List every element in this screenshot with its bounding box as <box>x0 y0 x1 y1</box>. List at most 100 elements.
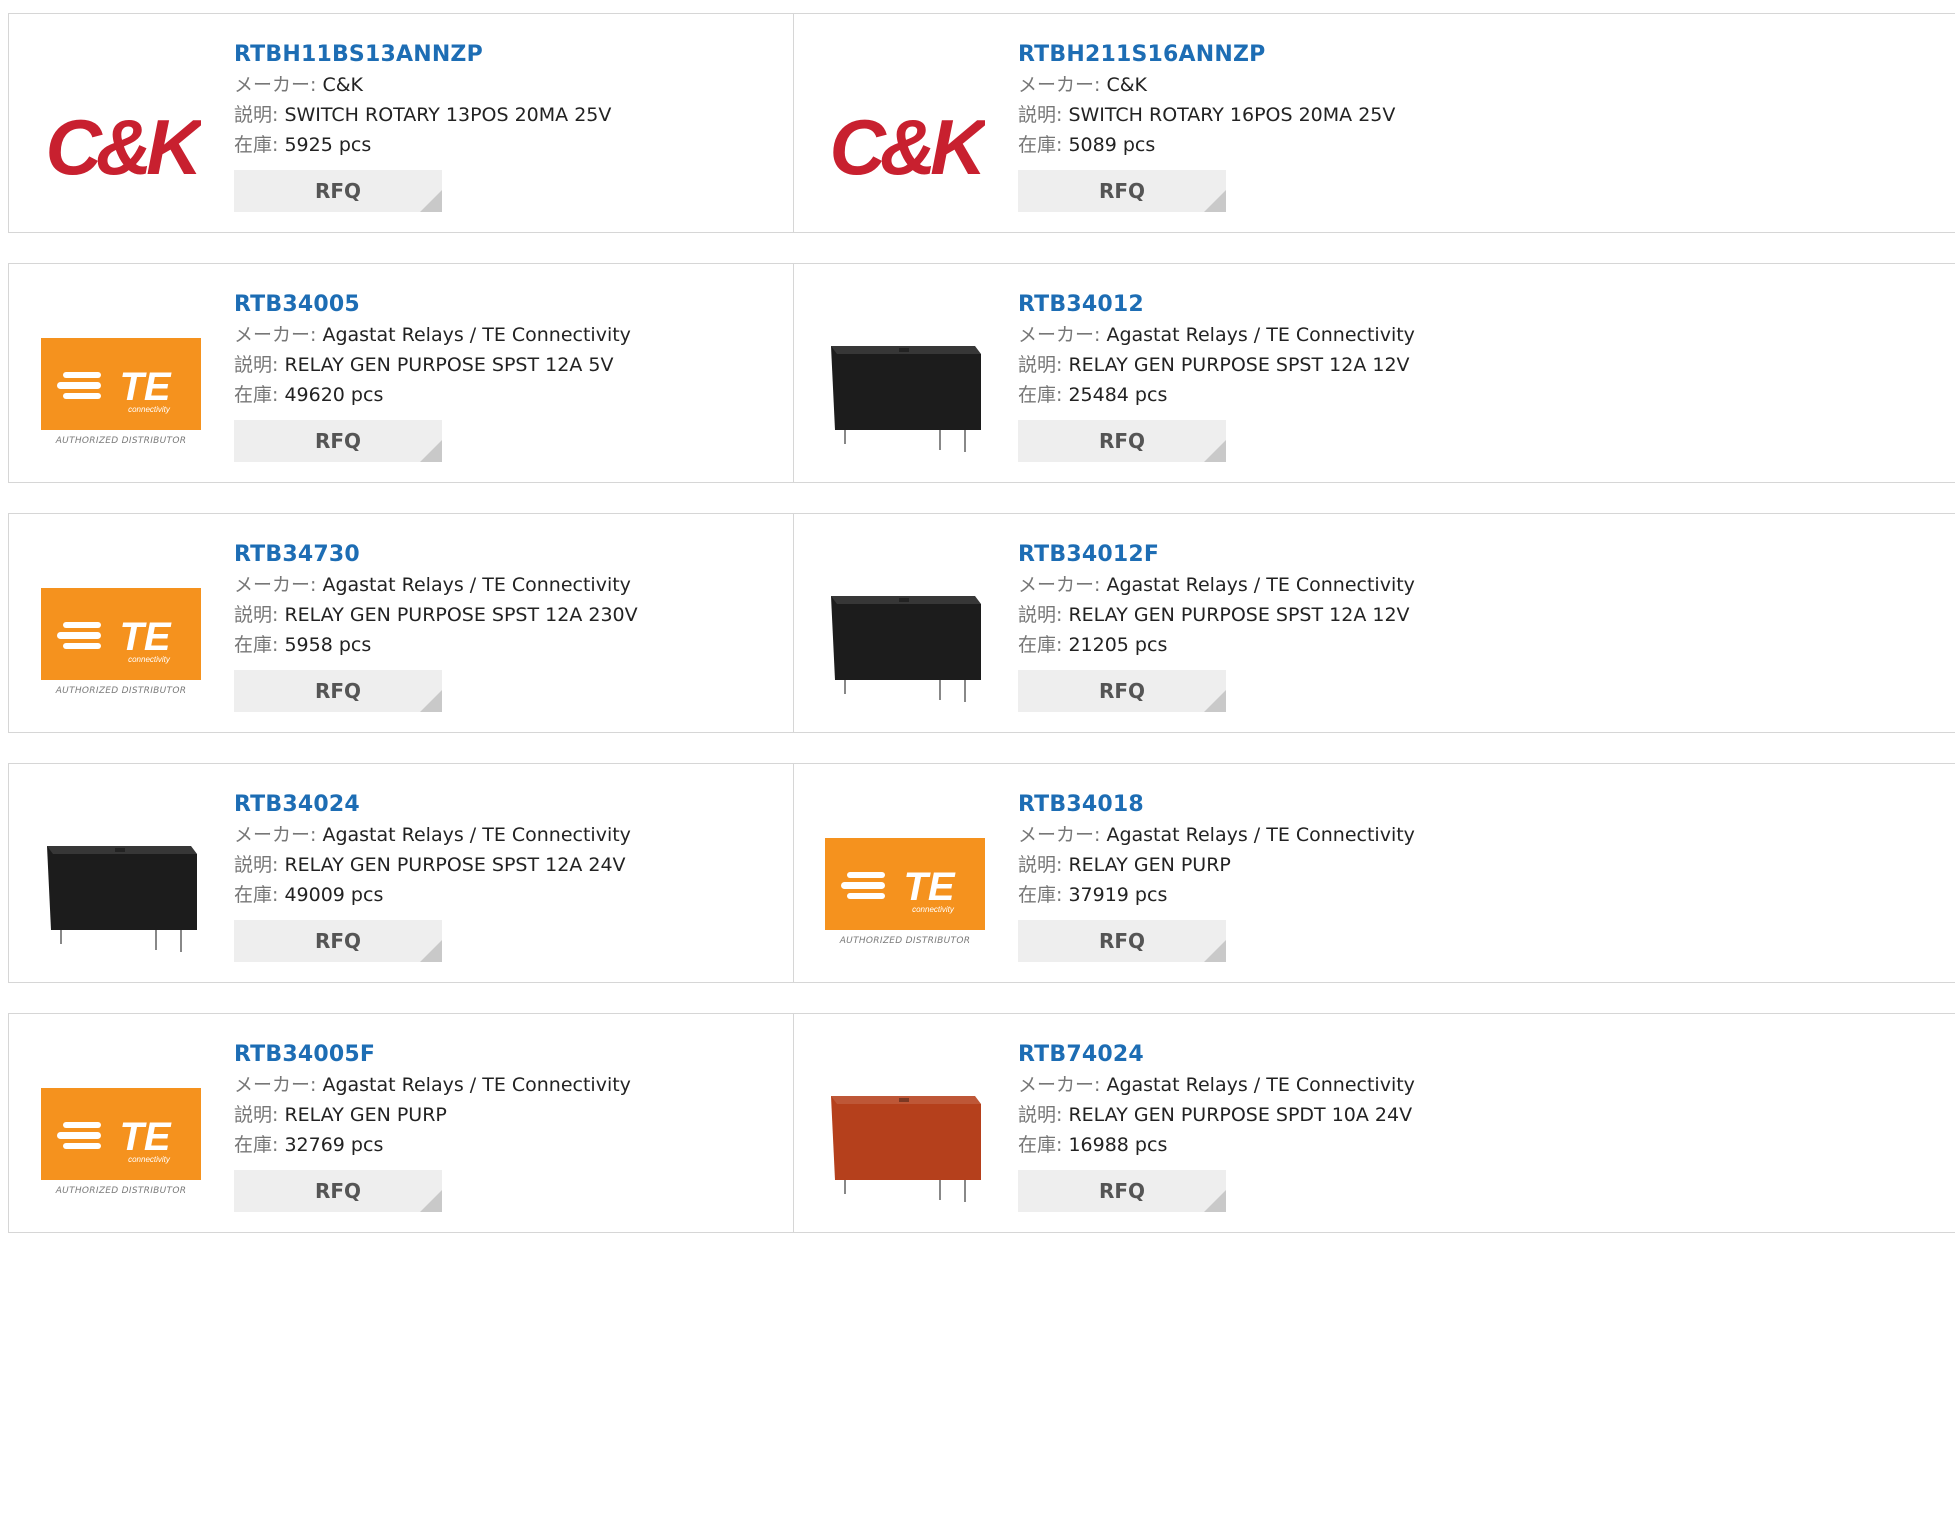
maker-line: メーカー: Agastat Relays / TE Connectivity <box>1018 820 1415 850</box>
part-number-link[interactable]: RTBH211S16ANNZP <box>1018 40 1395 70</box>
stock-value: 37919 pcs <box>1068 884 1168 906</box>
maker-label: メーカー: <box>234 74 317 96</box>
maker-line: メーカー: Agastat Relays / TE Connectivity <box>234 820 631 850</box>
maker-value: C&K <box>1106 74 1147 96</box>
description-line: 説明: RELAY GEN PURPOSE SPST 12A 24V <box>234 850 631 880</box>
rfq-button[interactable]: RFQ <box>234 170 442 212</box>
te-logo-icon: TE connectivity AUTHORIZED DISTRIBUTOR <box>41 588 201 696</box>
description-label: 説明: <box>234 604 279 626</box>
maker-label: メーカー: <box>234 574 317 596</box>
rfq-button[interactable]: RFQ <box>1018 170 1226 212</box>
rfq-button[interactable]: RFQ <box>234 670 442 712</box>
part-number-link[interactable]: RTB34018 <box>1018 790 1415 820</box>
ck-logo-icon: C&K <box>830 103 986 191</box>
svg-text:TE: TE <box>119 365 171 409</box>
svg-text:connectivity: connectivity <box>128 405 171 414</box>
product-card: RTB34012 メーカー: Agastat Relays / TE Conne… <box>793 264 1577 482</box>
rfq-label: RFQ <box>1098 429 1146 453</box>
maker-label: メーカー: <box>234 824 317 846</box>
product-card: RTB34012F メーカー: Agastat Relays / TE Conn… <box>793 514 1577 732</box>
maker-line: メーカー: C&K <box>234 70 611 100</box>
product-image[interactable]: C&K <box>825 62 986 222</box>
rfq-button[interactable]: RFQ <box>1018 1170 1226 1212</box>
stock-label: 在庫: <box>1018 134 1063 156</box>
stock-line: 在庫: 16988 pcs <box>1018 1130 1415 1160</box>
description-value: RELAY GEN PURPOSE SPST 12A 12V <box>1068 354 1410 376</box>
part-number-link[interactable]: RTB34005F <box>234 1040 631 1070</box>
product-row: TE connectivity AUTHORIZED DISTRIBUTOR R… <box>8 1013 1955 1233</box>
description-label: 説明: <box>1018 104 1063 126</box>
stock-line: 在庫: 5925 pcs <box>234 130 611 160</box>
description-value: RELAY GEN PURP <box>1068 854 1231 876</box>
description-line: 説明: SWITCH ROTARY 13POS 20MA 25V <box>234 100 611 130</box>
rfq-label: RFQ <box>1098 929 1146 953</box>
part-number-link[interactable]: RTB34012F <box>1018 540 1415 570</box>
corner-fold-icon <box>1204 440 1226 462</box>
product-info: RTBH211S16ANNZP メーカー: C&K 説明: SWITCH ROT… <box>1018 40 1395 212</box>
stock-line: 在庫: 32769 pcs <box>234 1130 631 1160</box>
product-image[interactable]: TE connectivity AUTHORIZED DISTRIBUTOR <box>825 812 985 972</box>
corner-fold-icon <box>1204 690 1226 712</box>
product-image[interactable]: TE connectivity AUTHORIZED DISTRIBUTOR <box>41 1062 201 1222</box>
product-info: RTB34018 メーカー: Agastat Relays / TE Conne… <box>1018 790 1415 962</box>
ck-logo-text: C&K <box>830 103 986 191</box>
product-image[interactable] <box>41 812 201 972</box>
corner-fold-icon <box>1204 1190 1226 1212</box>
product-row: C&K RTBH11BS13ANNZP メーカー: C&K 説明: SWITCH… <box>8 13 1955 233</box>
rfq-button[interactable]: RFQ <box>1018 420 1226 462</box>
product-image[interactable]: TE connectivity AUTHORIZED DISTRIBUTOR <box>41 312 201 472</box>
rfq-label: RFQ <box>314 1179 362 1203</box>
stock-value: 5089 pcs <box>1068 134 1156 156</box>
part-number-link[interactable]: RTB34012 <box>1018 290 1415 320</box>
maker-label: メーカー: <box>234 1074 317 1096</box>
product-info: RTB34012 メーカー: Agastat Relays / TE Conne… <box>1018 290 1415 462</box>
rfq-button[interactable]: RFQ <box>1018 670 1226 712</box>
stock-value: 49009 pcs <box>284 884 384 906</box>
part-number-link[interactable]: RTB34024 <box>234 790 631 820</box>
product-image[interactable] <box>825 312 985 472</box>
stock-label: 在庫: <box>1018 884 1063 906</box>
stock-value: 49620 pcs <box>284 384 384 406</box>
relay-product-icon <box>831 1096 981 1202</box>
product-info: RTB34024 メーカー: Agastat Relays / TE Conne… <box>234 790 631 962</box>
product-image[interactable] <box>825 562 985 722</box>
rfq-button[interactable]: RFQ <box>234 420 442 462</box>
part-number-link[interactable]: RTB74024 <box>1018 1040 1415 1070</box>
part-number-link[interactable]: RTB34730 <box>234 540 638 570</box>
part-number-link[interactable]: RTB34005 <box>234 290 631 320</box>
maker-label: メーカー: <box>1018 1074 1101 1096</box>
description-value: RELAY GEN PURPOSE SPST 12A 230V <box>284 604 638 626</box>
description-value: RELAY GEN PURPOSE SPDT 10A 24V <box>1068 1104 1413 1126</box>
part-number-link[interactable]: RTBH11BS13ANNZP <box>234 40 611 70</box>
rfq-button[interactable]: RFQ <box>234 920 442 962</box>
rfq-button[interactable]: RFQ <box>234 1170 442 1212</box>
product-info: RTB34730 メーカー: Agastat Relays / TE Conne… <box>234 540 638 712</box>
authorized-distributor-label: AUTHORIZED DISTRIBUTOR <box>55 436 187 446</box>
rfq-label: RFQ <box>314 679 362 703</box>
product-card: RTB74024 メーカー: Agastat Relays / TE Conne… <box>793 1014 1577 1232</box>
corner-fold-icon <box>420 1190 442 1212</box>
product-image[interactable] <box>825 1062 985 1222</box>
description-line: 説明: RELAY GEN PURPOSE SPST 12A 230V <box>234 600 638 630</box>
stock-label: 在庫: <box>234 884 279 906</box>
description-value: RELAY GEN PURPOSE SPST 12A 24V <box>284 854 626 876</box>
authorized-distributor-label: AUTHORIZED DISTRIBUTOR <box>55 1186 187 1196</box>
stock-label: 在庫: <box>234 1134 279 1156</box>
stock-value: 32769 pcs <box>284 1134 384 1156</box>
svg-text:TE: TE <box>119 1115 171 1159</box>
stock-value: 25484 pcs <box>1068 384 1168 406</box>
rfq-label: RFQ <box>314 429 362 453</box>
corner-fold-icon <box>420 690 442 712</box>
svg-text:connectivity: connectivity <box>128 655 171 664</box>
product-image[interactable]: C&K <box>41 62 202 222</box>
rfq-button[interactable]: RFQ <box>1018 920 1226 962</box>
te-logo-icon: TE connectivity AUTHORIZED DISTRIBUTOR <box>825 838 985 946</box>
stock-value: 5958 pcs <box>284 634 372 656</box>
corner-fold-icon <box>420 940 442 962</box>
description-label: 説明: <box>234 1104 279 1126</box>
maker-value: Agastat Relays / TE Connectivity <box>322 574 631 596</box>
stock-line: 在庫: 5089 pcs <box>1018 130 1395 160</box>
description-line: 説明: RELAY GEN PURPOSE SPST 12A 5V <box>234 350 631 380</box>
product-image[interactable]: TE connectivity AUTHORIZED DISTRIBUTOR <box>41 562 201 722</box>
description-line: 説明: RELAY GEN PURPOSE SPDT 10A 24V <box>1018 1100 1415 1130</box>
